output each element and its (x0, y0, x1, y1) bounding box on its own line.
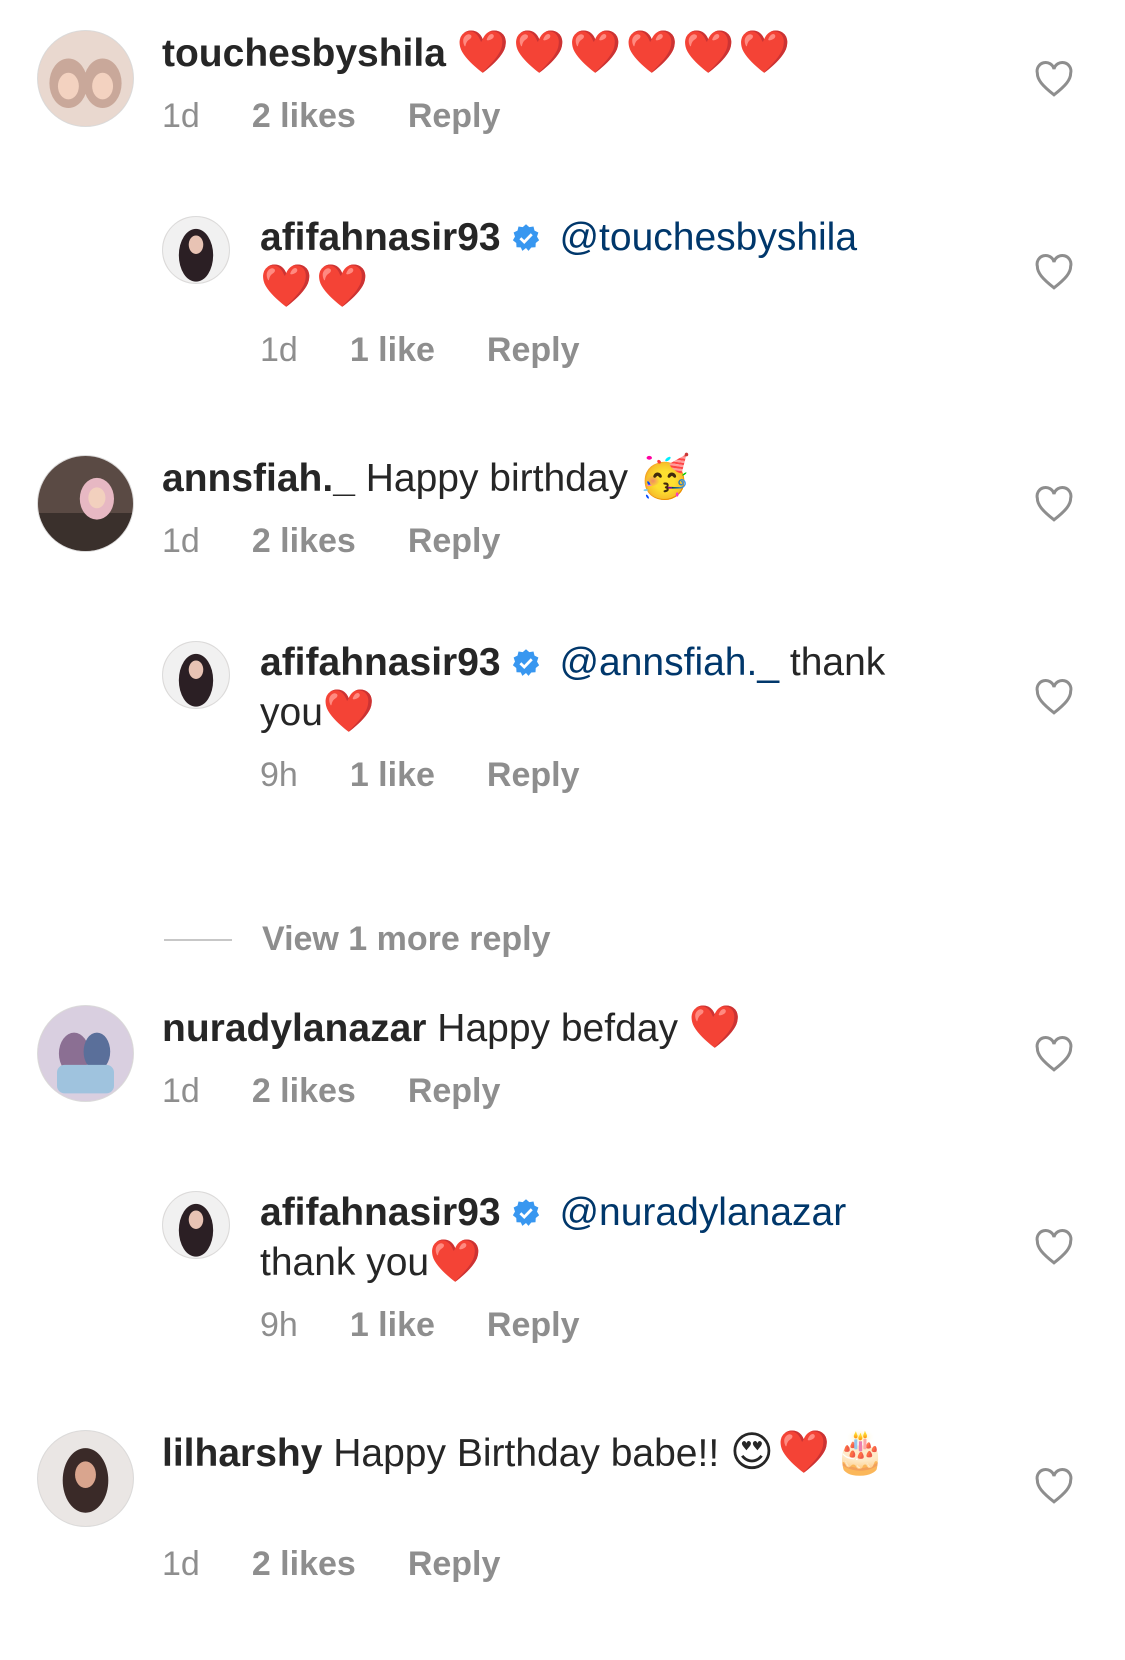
comments-list: touchesbyshila ❤️❤️❤️❤️❤️❤️ 1d 2 likes R… (0, 0, 1125, 1660)
comment-likes[interactable]: 2 likes (252, 97, 356, 136)
reply-button[interactable]: Reply (487, 1306, 580, 1345)
heart-outline-icon[interactable] (1034, 1035, 1074, 1073)
comment-meta: 1d 2 likes Reply (162, 1072, 500, 1111)
comment-username[interactable]: afifahnasir93 (260, 641, 501, 684)
comment-username[interactable]: nuradylanazar (162, 1007, 426, 1050)
comment-time: 1d (162, 522, 200, 560)
comment-username[interactable]: touchesbyshila (162, 32, 446, 75)
comment-emoji: ❤️ (322, 687, 380, 734)
heart-outline-icon[interactable] (1034, 485, 1074, 523)
avatar[interactable] (37, 30, 134, 127)
reply-button[interactable]: Reply (408, 522, 501, 561)
comment-username[interactable]: annsfiah._ (162, 457, 355, 500)
mention-link[interactable]: @annsfiah._ (559, 641, 779, 684)
comment-emoji: ❤️❤️❤️❤️❤️❤️ (456, 28, 795, 75)
avatar[interactable] (162, 216, 230, 284)
comment-meta: 1d 2 likes Reply (162, 522, 500, 561)
comment-meta: 1d 1 like Reply (260, 331, 580, 370)
comment-meta: 9h 1 like Reply (260, 1306, 580, 1345)
comment-time: 1d (162, 1072, 200, 1110)
comment-meta: 9h 1 like Reply (260, 756, 580, 795)
reply-button[interactable]: Reply (408, 97, 501, 136)
avatar[interactable] (37, 1005, 134, 1102)
comment-username[interactable]: afifahnasir93 (260, 216, 501, 259)
comment-likes[interactable]: 1 like (350, 756, 435, 795)
comment-body: Happy befday (437, 1007, 678, 1050)
comment-text: nuradylanazar Happy befday ❤️ (162, 1003, 955, 1053)
comment-text: afifahnasir93 @touchesbyshila ❤️❤️ (260, 214, 955, 312)
comment-emoji: ❤️ (429, 1237, 486, 1284)
comment-time: 9h (260, 1306, 298, 1344)
comment-body: thank you (260, 1241, 430, 1284)
comment-time: 1d (162, 1545, 200, 1583)
comment-likes[interactable]: 1 like (350, 1306, 435, 1345)
comment-likes[interactable]: 1 like (350, 331, 435, 370)
comment-likes[interactable]: 2 likes (252, 1072, 356, 1111)
comment-text: afifahnasir93 @nuradylanazar thank you❤️ (260, 1189, 955, 1287)
verified-badge-icon (501, 216, 549, 259)
comment-body: Happy birthday (365, 457, 629, 500)
comment-time: 1d (260, 331, 298, 369)
comment-emoji: 🥳 (638, 453, 696, 500)
comment-emoji: ❤️❤️ (260, 262, 373, 309)
heart-outline-icon[interactable] (1034, 678, 1074, 716)
comment-time: 1d (162, 97, 200, 135)
comment-username[interactable]: afifahnasir93 (260, 1191, 501, 1234)
avatar[interactable] (162, 1191, 230, 1259)
mention-link[interactable]: @touchesbyshila (559, 216, 857, 259)
comment-text: afifahnasir93 @annsfiah._ thank you❤️ (260, 639, 955, 737)
comment-emoji: ❤️ (688, 1003, 746, 1050)
heart-outline-icon[interactable] (1034, 1228, 1074, 1266)
view-more-replies-button[interactable]: View 1 more reply (164, 920, 551, 959)
divider (164, 938, 232, 941)
reply-button[interactable]: Reply (408, 1545, 501, 1584)
heart-outline-icon[interactable] (1034, 60, 1074, 98)
comment-time: 9h (260, 756, 298, 794)
comment-emoji: 😍❤️🎂 (730, 1428, 891, 1475)
reply-button[interactable]: Reply (408, 1072, 501, 1111)
reply-button[interactable]: Reply (487, 756, 580, 795)
view-more-label: View 1 more reply (262, 920, 551, 958)
comment-text: touchesbyshila ❤️❤️❤️❤️❤️❤️ (162, 28, 955, 78)
comment-meta: 1d 2 likes Reply (162, 97, 500, 136)
comment-likes[interactable]: 2 likes (252, 1545, 356, 1584)
verified-badge-icon (501, 641, 549, 684)
comment-username[interactable]: lilharshy (162, 1432, 322, 1475)
avatar[interactable] (37, 1430, 134, 1527)
comment-likes[interactable]: 2 likes (252, 522, 356, 561)
reply-button[interactable]: Reply (487, 331, 580, 370)
verified-badge-icon (501, 1191, 549, 1234)
comment-text: annsfiah._ Happy birthday 🥳 (162, 453, 955, 503)
comment-meta: 1d 2 likes Reply (162, 1545, 500, 1584)
comment-text: lilharshy Happy Birthday babe!! 😍❤️🎂 (162, 1428, 955, 1478)
heart-outline-icon[interactable] (1034, 1467, 1074, 1505)
mention-link[interactable]: @nuradylanazar (559, 1191, 846, 1234)
comment-body: Happy Birthday babe!! (333, 1432, 720, 1475)
heart-outline-icon[interactable] (1034, 253, 1074, 291)
avatar[interactable] (162, 641, 230, 709)
avatar[interactable] (37, 455, 134, 552)
